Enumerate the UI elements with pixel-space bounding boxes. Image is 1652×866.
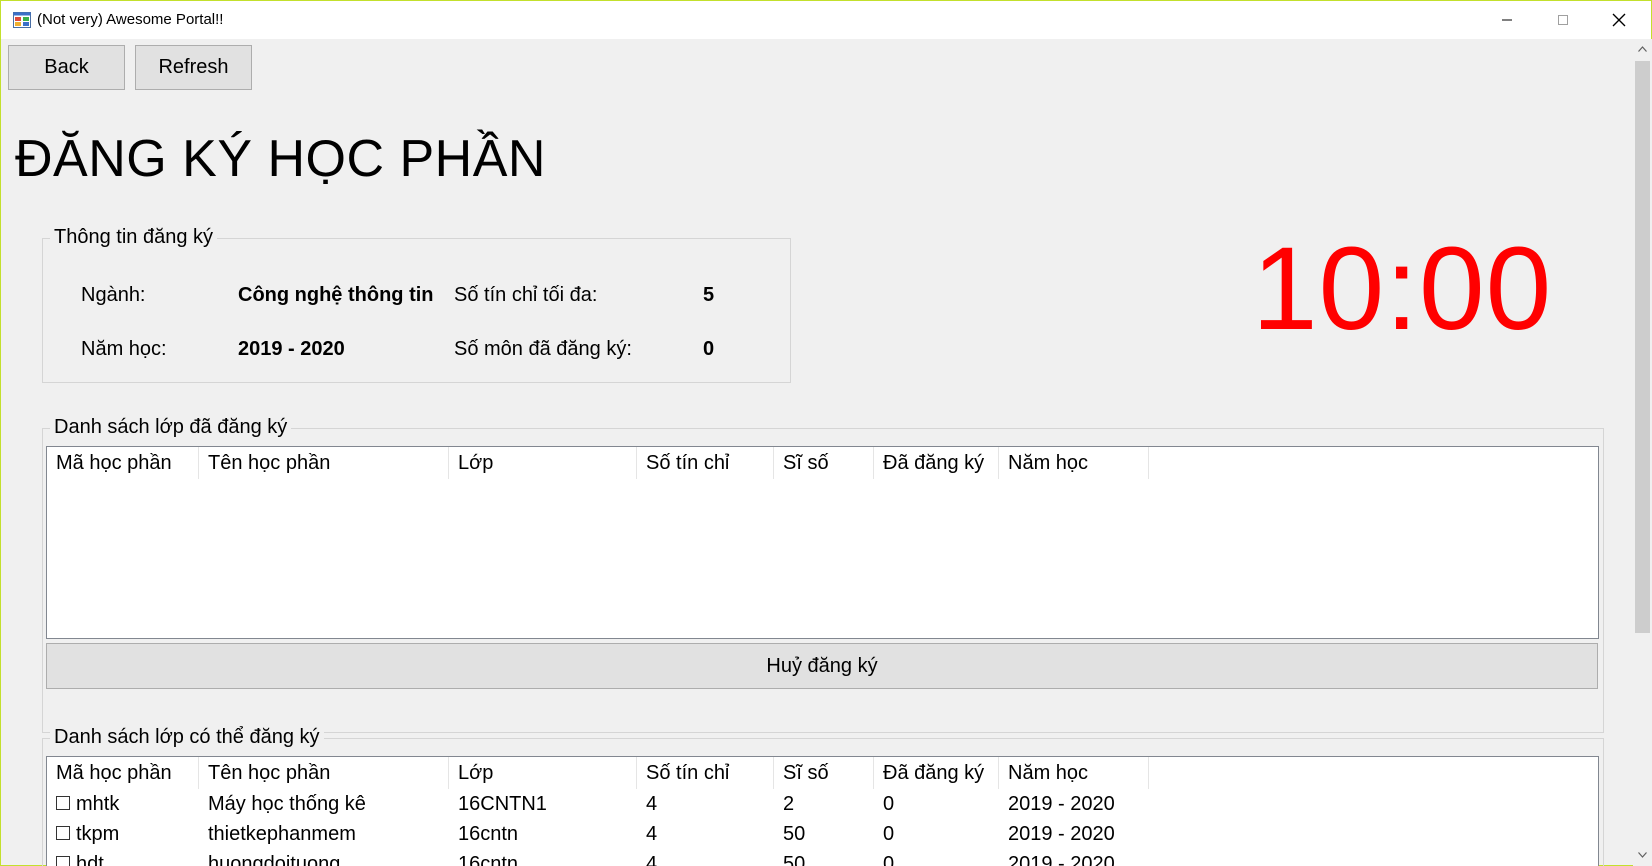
- row-size: 50: [783, 823, 806, 845]
- row-class: 16CNTN1: [458, 793, 547, 815]
- row-credits: 4: [646, 853, 658, 866]
- column-header[interactable]: Năm học: [999, 447, 1149, 479]
- row-credits: 4: [646, 823, 658, 845]
- year-value: 2019 - 2020: [238, 338, 345, 360]
- row-code: hdt: [76, 853, 104, 866]
- app-icon: [13, 12, 31, 28]
- row-year: 2019 - 2020: [1008, 793, 1115, 815]
- row-size: 50: [783, 853, 806, 866]
- registered-classes-list[interactable]: Mã học phần Tên học phần Lớp Số tín chỉ …: [46, 446, 1599, 639]
- scrollbar-thumb[interactable]: [1635, 61, 1650, 633]
- row-code-cell: mhtk: [47, 789, 119, 819]
- year-label: Năm học:: [81, 338, 167, 360]
- max-credits-value: 5: [703, 284, 715, 306]
- row-name: Máy học thống kê: [208, 793, 366, 815]
- row-code: tkpm: [76, 823, 120, 845]
- checkbox[interactable]: [56, 825, 70, 840]
- minimize-button[interactable]: [1479, 1, 1535, 39]
- column-header[interactable]: Sĩ số: [774, 757, 874, 789]
- window-title: (Not very) Awesome Portal!!: [37, 11, 224, 28]
- checkbox[interactable]: [56, 795, 70, 810]
- chevron-up-icon: [1638, 46, 1647, 52]
- registration-info-legend: Thông tin đăng ký: [50, 226, 217, 249]
- column-header[interactable]: Số tín chỉ: [637, 757, 774, 789]
- row-class: 16cntn: [458, 853, 519, 866]
- row-registered: 0: [883, 823, 895, 845]
- row-registered: 0: [883, 853, 895, 866]
- refresh-button[interactable]: Refresh: [135, 45, 252, 90]
- registered-count-label: Số môn đã đăng ký:: [454, 338, 632, 360]
- column-header[interactable]: Mã học phần: [47, 757, 199, 789]
- max-credits-label: Số tín chỉ tối đa:: [454, 284, 598, 306]
- registration-info-group: [42, 238, 791, 383]
- back-button[interactable]: Back: [8, 45, 125, 90]
- chevron-down-icon: [1638, 852, 1647, 858]
- major-value: Công nghệ thông tin: [238, 284, 434, 306]
- main-content: Back Refresh ĐĂNG KÝ HỌC PHẦN Thông tin …: [2, 39, 1633, 866]
- scroll-up-arrow[interactable]: [1633, 39, 1652, 59]
- close-icon: [1612, 13, 1626, 27]
- countdown-timer: 10:00: [1252, 223, 1553, 355]
- cancel-registration-button[interactable]: Huỷ đăng ký: [46, 643, 1598, 689]
- close-button[interactable]: [1591, 1, 1647, 39]
- registered-list-header: Mã học phần Tên học phần Lớp Số tín chỉ …: [47, 447, 1598, 479]
- row-credits: 4: [646, 793, 658, 815]
- row-name: thietkephanmem: [208, 823, 356, 845]
- column-header[interactable]: Đã đăng ký: [874, 447, 999, 479]
- column-header[interactable]: Lớp: [449, 757, 637, 789]
- maximize-button[interactable]: [1535, 1, 1591, 39]
- row-class: 16cntn: [458, 823, 519, 845]
- checkbox[interactable]: [56, 855, 70, 866]
- row-code-cell: tkpm: [47, 819, 119, 849]
- table-row[interactable]: hdt huongdoituong 16cntn 4 50 0 2019 - 2…: [47, 849, 1598, 866]
- table-row[interactable]: tkpm thietkephanmem 16cntn 4 50 0 2019 -…: [47, 819, 1598, 849]
- column-header[interactable]: Số tín chỉ: [637, 447, 774, 479]
- column-header[interactable]: Sĩ số: [774, 447, 874, 479]
- registered-count-value: 0: [703, 338, 715, 360]
- column-header[interactable]: Lớp: [449, 447, 637, 479]
- row-registered: 0: [883, 793, 895, 815]
- column-header[interactable]: Mã học phần: [47, 447, 199, 479]
- column-header[interactable]: Đã đăng ký: [874, 757, 999, 789]
- available-list-header: Mã học phần Tên học phần Lớp Số tín chỉ …: [47, 757, 1598, 789]
- column-header[interactable]: Tên học phần: [199, 447, 449, 479]
- row-name: huongdoituong: [208, 853, 341, 866]
- page-title: ĐĂNG KÝ HỌC PHẦN: [15, 130, 546, 188]
- scroll-down-arrow[interactable]: [1633, 845, 1652, 865]
- available-classes-list[interactable]: Mã học phần Tên học phần Lớp Số tín chỉ …: [46, 756, 1599, 866]
- vertical-scrollbar[interactable]: [1633, 39, 1652, 866]
- row-code: mhtk: [76, 793, 120, 815]
- row-year: 2019 - 2020: [1008, 823, 1115, 845]
- column-header[interactable]: Năm học: [999, 757, 1149, 789]
- title-bar: (Not very) Awesome Portal!!: [1, 1, 1651, 39]
- available-classes-legend: Danh sách lớp có thể đăng ký: [50, 726, 324, 749]
- table-row[interactable]: mhtk Máy học thống kê 16CNTN1 4 2 0 2019…: [47, 789, 1598, 819]
- registered-classes-legend: Danh sách lớp đã đăng ký: [50, 416, 292, 439]
- major-label: Ngành:: [81, 284, 146, 306]
- app-window: (Not very) Awesome Portal!! Back Refresh…: [0, 0, 1652, 866]
- maximize-icon: [1558, 15, 1568, 25]
- row-size: 2: [783, 793, 795, 815]
- minimize-icon: [1502, 19, 1512, 21]
- row-code-cell: hdt: [47, 849, 104, 866]
- row-year: 2019 - 2020: [1008, 853, 1115, 866]
- column-header[interactable]: Tên học phần: [199, 757, 449, 789]
